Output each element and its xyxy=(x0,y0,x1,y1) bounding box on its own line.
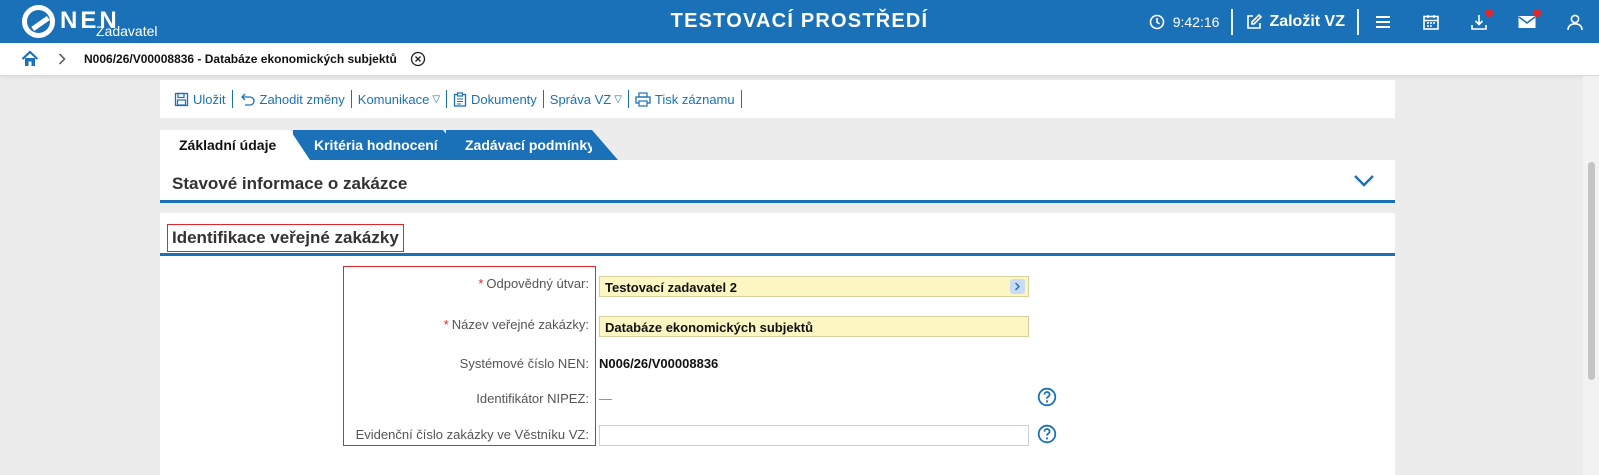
logo-mark xyxy=(22,5,55,38)
clock-icon xyxy=(1149,14,1165,29)
system-number-label: Systémové číslo NEN: xyxy=(459,356,589,371)
edit-icon xyxy=(1247,13,1263,29)
identification-section: Identifikace veřejné zakázky * Odpovědný … xyxy=(160,213,1395,475)
menu-icon xyxy=(1376,15,1390,28)
save-label: Uložit xyxy=(193,91,226,107)
save-button[interactable]: Uložit xyxy=(168,90,233,108)
name-label-text: Název veřejné zakázky: xyxy=(451,317,589,332)
breadcrumb-current[interactable]: N006/26/V00008836 - Databáze ekonomickýc… xyxy=(84,52,397,66)
unit-label-text: Odpovědný útvar: xyxy=(486,276,589,291)
top-bar: NEN Zadavatel TESTOVACÍ PROSTŘEDÍ 9:42:1… xyxy=(0,0,1599,43)
documents-button[interactable]: Dokumenty xyxy=(447,90,544,108)
unit-label: * Odpovědný útvar: xyxy=(478,276,589,291)
management-menu[interactable]: Správa VZ ▽ xyxy=(544,90,629,108)
calendar-icon xyxy=(1423,14,1439,30)
print-button[interactable]: Tisk záznamu xyxy=(629,90,742,108)
status-section[interactable]: Stavové informace o zakázce xyxy=(160,160,1395,203)
required-mark: * xyxy=(478,276,484,291)
tab-bar: Základní údaje Kritéria hodnocení Zadáva… xyxy=(160,130,760,160)
help-icon[interactable] xyxy=(1037,387,1057,407)
discard-changes-button[interactable]: Zahodit změny xyxy=(233,90,352,108)
discard-label: Zahodit změny xyxy=(259,91,345,107)
required-mark: * xyxy=(443,317,449,332)
section-title-status: Stavové informace o zakázce xyxy=(172,174,408,193)
chevron-down-icon[interactable] xyxy=(1353,174,1375,188)
clock-text: 9:42:16 xyxy=(1172,13,1220,30)
name-label: * Název veřejné zakázky: xyxy=(444,317,589,332)
unit-value: Testovací zadavatel 2 xyxy=(605,280,737,295)
journal-number-field[interactable] xyxy=(599,425,1029,446)
divider xyxy=(1231,8,1234,35)
downloads-button[interactable] xyxy=(1455,0,1503,43)
create-vz-button[interactable]: Založit VZ xyxy=(1233,13,1357,31)
calendar-button[interactable] xyxy=(1407,0,1455,43)
undo-icon xyxy=(240,93,255,106)
tab-evaluation-criteria[interactable]: Kritéria hodnocení xyxy=(293,130,467,160)
name-field[interactable]: Databáze ekonomických subjektů xyxy=(599,316,1029,337)
scrollbar-thumb[interactable] xyxy=(1588,162,1595,380)
clipboard-icon xyxy=(453,91,467,107)
documents-label: Dokumenty xyxy=(471,91,537,107)
caret-down-icon: ▽ xyxy=(432,93,441,105)
session-clock: 9:42:16 xyxy=(1149,13,1220,30)
caret-down-icon: ▽ xyxy=(614,93,622,105)
create-vz-label: Založit VZ xyxy=(1269,12,1345,30)
top-bar-actions: 9:42:16 Založit VZ xyxy=(1149,0,1599,43)
section-title-identification: Identifikace veřejné zakázky xyxy=(167,224,404,252)
user-icon xyxy=(1567,14,1583,30)
identification-header: Identifikace veřejné zakázky xyxy=(160,213,1395,256)
notification-dot xyxy=(1533,9,1541,17)
unit-field[interactable]: Testovací zadavatel 2 xyxy=(599,276,1029,297)
user-button[interactable] xyxy=(1551,0,1599,43)
save-icon xyxy=(174,92,189,106)
logo-subtitle: Zadavatel xyxy=(96,23,158,39)
communication-menu[interactable]: Komunikace ▽ xyxy=(352,90,448,108)
action-toolbar: Uložit Zahodit změny Komunikace ▽ Dokume… xyxy=(160,80,1395,118)
system-number-value: N006/26/V00008836 xyxy=(599,356,719,371)
messages-button[interactable] xyxy=(1503,0,1551,43)
home-icon[interactable] xyxy=(21,50,39,68)
management-label: Správa VZ xyxy=(549,91,612,107)
chevron-right-icon xyxy=(1015,282,1020,291)
tab-basic-info[interactable]: Základní údaje xyxy=(160,130,310,160)
print-label: Tisk záznamu xyxy=(654,91,735,107)
help-icon[interactable] xyxy=(1037,424,1057,444)
communication-label: Komunikace xyxy=(357,91,430,107)
notification-dot xyxy=(1485,9,1493,17)
menu-button[interactable] xyxy=(1359,0,1407,43)
name-value: Databáze ekonomických subjektů xyxy=(605,320,814,335)
picker-button[interactable] xyxy=(1010,279,1025,294)
chevron-right-icon xyxy=(58,53,66,65)
nipez-value: — xyxy=(599,391,612,406)
nipez-label: Identifikátor NIPEZ: xyxy=(476,391,589,406)
tab-tender-conditions[interactable]: Zadávací podmínky xyxy=(446,130,618,160)
printer-icon xyxy=(635,91,651,107)
journal-number-label: Evidenční číslo zakázky ve Věstníku VZ: xyxy=(355,427,589,442)
close-icon[interactable] xyxy=(410,51,426,67)
breadcrumb: N006/26/V00008836 - Databáze ekonomickýc… xyxy=(0,43,1599,76)
